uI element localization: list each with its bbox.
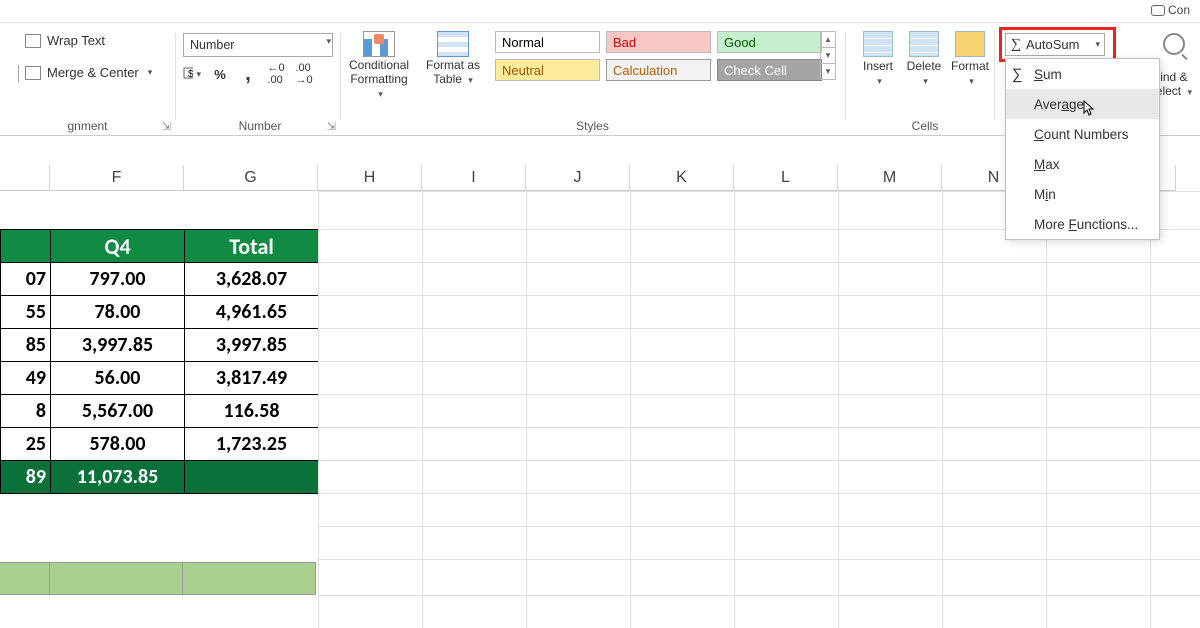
column-header[interactable]: L — [734, 165, 838, 191]
number-group: ▾ $▾ % , ←0.00 .00→0 Number ⇲ — [180, 23, 340, 135]
menu-sum[interactable]: ∑ Sum — [1006, 59, 1159, 89]
styles-group: Conditional Formatting ▾ Format as Table… — [345, 23, 840, 135]
autosum-button[interactable]: ∑ AutoSum ▾ — [1005, 33, 1105, 56]
format-as-table-button[interactable]: Format as Table ▾ — [423, 31, 483, 87]
comma-button[interactable]: , — [239, 65, 257, 83]
comment-icon — [1151, 5, 1165, 16]
hdr-total[interactable]: Total — [185, 230, 319, 263]
column-header[interactable]: I — [422, 165, 526, 191]
style-check-cell[interactable]: Check Cell — [717, 59, 822, 81]
column-header[interactable]: G — [184, 165, 318, 191]
merge-label: Merge & Center — [47, 65, 139, 80]
hdr-q4[interactable]: Q4 — [51, 230, 185, 263]
gallery-down-button[interactable]: ▾ — [820, 47, 836, 64]
column-header[interactable]: F — [50, 165, 184, 191]
gridlines — [318, 191, 1200, 628]
comments-button[interactable]: Con — [1151, 3, 1190, 17]
column-header[interactable]: K — [630, 165, 734, 191]
gallery-up-button[interactable]: ▴ — [820, 31, 836, 48]
style-normal[interactable]: Normal — [495, 31, 600, 53]
increase-decimal-button[interactable]: ←0.00 — [267, 65, 285, 83]
sigma-icon: ∑ — [1012, 66, 1023, 83]
styles-group-label: Styles — [345, 119, 840, 133]
wrap-text-button[interactable]: Wrap Text — [25, 33, 105, 48]
menu-min[interactable]: Min — [1006, 179, 1159, 209]
delete-icon — [909, 31, 939, 57]
style-neutral[interactable]: Neutral — [495, 59, 600, 81]
merge-center-button[interactable]: Merge & Center ▾ — [25, 65, 152, 80]
column-header[interactable]: J — [526, 165, 630, 191]
number-format-combo[interactable] — [183, 33, 333, 57]
menu-average[interactable]: Average — [1006, 89, 1159, 119]
insert-button[interactable]: Insert▾ — [857, 31, 899, 87]
currency-button[interactable]: $▾ — [183, 65, 201, 83]
format-cell-button[interactable]: Format▾ — [949, 31, 991, 87]
insert-icon — [863, 31, 893, 57]
table-icon — [437, 31, 469, 57]
delete-button[interactable]: Delete▾ — [903, 31, 945, 87]
autosum-dropdown: ∑ Sum Average Count Numbers Max Min More… — [1005, 58, 1160, 240]
autosum-label: AutoSum — [1026, 37, 1079, 52]
format-icon — [955, 31, 985, 57]
data-table: Q4Total 07797.003,628.07 5578.004,961.65… — [0, 229, 319, 494]
cursor-icon — [1083, 100, 1097, 121]
style-good[interactable]: Good — [717, 31, 822, 53]
wrap-text-icon — [25, 34, 41, 48]
cells-group-label: Cells — [855, 119, 995, 133]
chevron-down-icon: ▾ — [148, 67, 153, 78]
search-icon — [1163, 33, 1185, 55]
conditional-formatting-button[interactable]: Conditional Formatting ▾ — [349, 31, 409, 100]
comments-label: Con — [1168, 3, 1190, 17]
svg-text:$: $ — [188, 69, 193, 80]
style-bad[interactable]: Bad — [606, 31, 711, 53]
gallery-more-button[interactable]: ▾ — [820, 63, 836, 80]
cell-styles-gallery[interactable]: Normal Bad Good Neutral Calculation Chec… — [495, 31, 822, 87]
alignment-group-label: gnment — [0, 119, 175, 133]
menu-max[interactable]: Max — [1006, 149, 1159, 179]
find-select-button[interactable]: ind &elect ▾ — [1156, 33, 1192, 98]
style-calculation[interactable]: Calculation — [606, 59, 711, 81]
merge-icon — [25, 66, 41, 80]
column-header[interactable] — [0, 165, 50, 191]
alignment-launcher[interactable]: ⇲ — [162, 120, 171, 133]
highlighted-row[interactable] — [0, 562, 316, 595]
chevron-down-icon[interactable]: ▾ — [1095, 39, 1100, 50]
number-group-label: Number — [180, 119, 340, 133]
cells-group: Insert▾ Delete▾ Format▾ Cells — [855, 23, 995, 135]
menu-count[interactable]: Count Numbers — [1006, 119, 1159, 149]
decrease-decimal-button[interactable]: .00→0 — [295, 65, 313, 83]
alignment-group: Wrap Text Merge & Center ▾ gnment ⇲ — [0, 23, 175, 135]
number-launcher[interactable]: ⇲ — [327, 120, 336, 133]
menu-more-functions[interactable]: More Functions... — [1006, 209, 1159, 239]
column-header[interactable]: H — [318, 165, 422, 191]
indent-icon[interactable] — [6, 65, 19, 83]
sigma-icon: ∑ — [1011, 37, 1021, 53]
conditional-formatting-icon — [363, 31, 395, 57]
wrap-text-label: Wrap Text — [47, 33, 105, 48]
column-header[interactable]: M — [838, 165, 942, 191]
percent-button[interactable]: % — [211, 65, 229, 83]
